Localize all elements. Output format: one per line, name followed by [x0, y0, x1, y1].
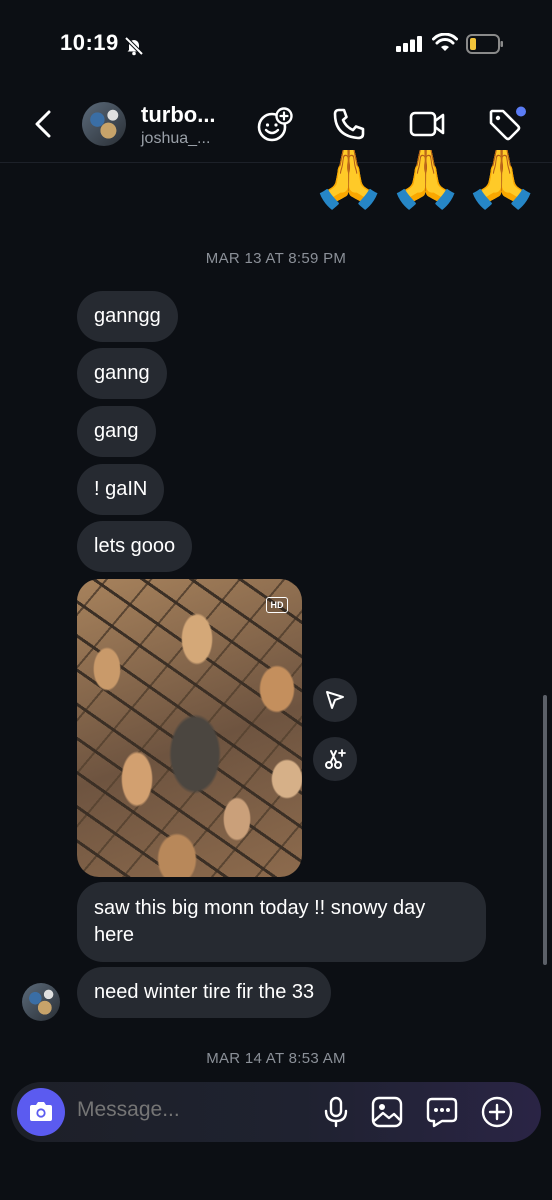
timestamp: MAR 14 AT 8:53 AM	[206, 1050, 346, 1067]
hd-badge: HD	[266, 597, 288, 613]
message-bubble[interactable]: ganngg	[77, 291, 178, 342]
remix-button[interactable]	[313, 737, 357, 781]
message-bubble[interactable]: need winter tire fir the 33	[77, 967, 332, 1018]
camera-button[interactable]	[17, 1088, 65, 1136]
add-effects-icon[interactable]	[256, 106, 294, 144]
contact-username[interactable]: joshua_...	[141, 130, 210, 148]
message-bubble[interactable]: lets gooo	[77, 521, 193, 572]
status-time: 10:19	[60, 30, 119, 55]
message-input[interactable]	[77, 1098, 297, 1122]
silent-bell-icon	[124, 36, 144, 56]
message-bubble[interactable]: saw this big monn today !! snowy day her…	[77, 882, 486, 962]
contact-name[interactable]: turbo...	[141, 102, 216, 128]
message-bubble[interactable]: gang	[77, 406, 156, 457]
microphone-icon[interactable]	[322, 1095, 350, 1129]
message-bubble[interactable]: ! gaIN	[77, 464, 165, 515]
camera-icon	[30, 1102, 52, 1121]
message-bubble[interactable]: ganng	[77, 348, 167, 399]
photo-message[interactable]: HD	[77, 579, 302, 877]
cellular-signal-icon	[396, 36, 422, 52]
add-plus-icon[interactable]	[480, 1095, 514, 1129]
video-call-icon[interactable]	[408, 106, 446, 142]
send-icon	[326, 691, 344, 709]
battery-low-icon	[466, 34, 503, 54]
timestamp: MAR 13 AT 8:59 PM	[205, 250, 347, 267]
praying-hands-emoji[interactable]: 🙏	[310, 150, 387, 220]
praying-hands-emoji[interactable]: 🙏	[463, 150, 540, 220]
scrollbar[interactable]	[543, 695, 547, 965]
scissors-sparkle-icon	[325, 749, 346, 769]
gallery-icon[interactable]	[370, 1095, 404, 1129]
share-button[interactable]	[313, 678, 357, 722]
phone-call-icon[interactable]	[331, 106, 367, 142]
praying-hands-emoji[interactable]: 🙏	[387, 150, 464, 220]
sender-avatar[interactable]	[22, 983, 60, 1021]
wifi-icon	[432, 33, 458, 51]
contact-avatar[interactable]	[82, 102, 126, 146]
chat-options-icon[interactable]	[424, 1095, 460, 1129]
tag-icon[interactable]	[487, 106, 527, 144]
back-arrow-icon[interactable]	[30, 108, 56, 140]
